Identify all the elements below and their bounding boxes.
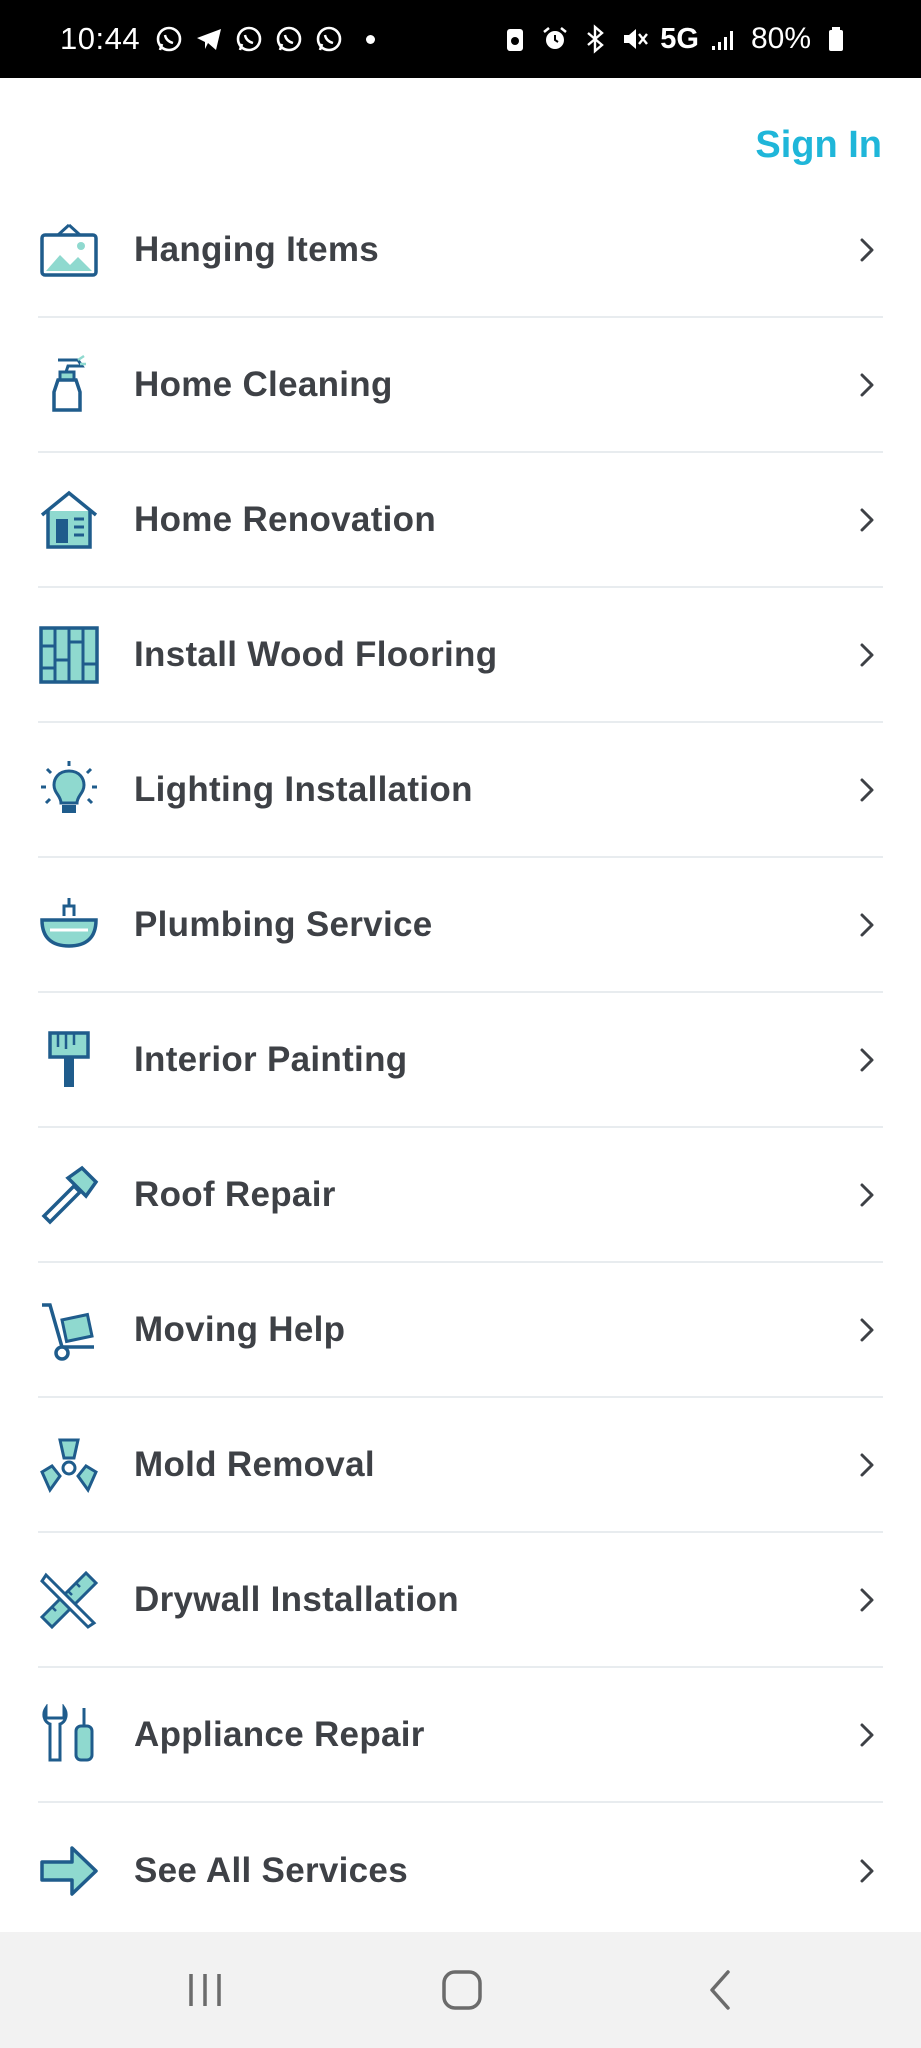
- chevron-right-icon: [860, 238, 874, 261]
- status-bar-left: 10:44: [60, 21, 376, 57]
- home-icon: [442, 1970, 482, 2010]
- chevron-right-icon: [860, 1048, 874, 1071]
- chevron-right-icon: [860, 373, 874, 396]
- service-label: See All Services: [134, 1850, 408, 1890]
- service-label: Plumbing Service: [134, 904, 433, 944]
- notification-dot-icon: [366, 34, 376, 44]
- chevron-right-icon: [860, 1588, 874, 1611]
- service-label: Moving Help: [134, 1309, 346, 1349]
- battery-icon: [829, 27, 843, 51]
- telegram-icon: [197, 29, 222, 50]
- hand-truck-icon: [38, 1299, 100, 1361]
- hammer-icon: [38, 1164, 100, 1226]
- service-item-moving-help[interactable]: Moving Help: [38, 1263, 883, 1398]
- recents-icon: [189, 1974, 221, 2006]
- service-label: Mold Removal: [134, 1444, 375, 1484]
- battery-saver-icon: [507, 29, 524, 51]
- service-item-hanging-items[interactable]: Hanging Items: [38, 183, 883, 318]
- service-item-interior-painting[interactable]: Interior Painting: [38, 993, 883, 1128]
- sink-icon: [38, 894, 100, 956]
- service-item-install-wood-flooring[interactable]: Install Wood Flooring: [38, 588, 883, 723]
- whatsapp-icon: [316, 26, 342, 52]
- service-item-lighting-installation[interactable]: Lighting Installation: [38, 723, 883, 858]
- service-label: Home Renovation: [134, 499, 437, 539]
- service-item-drywall-installation[interactable]: Drywall Installation: [38, 1533, 883, 1668]
- paint-brush-icon: [38, 1029, 100, 1091]
- chevron-right-icon: [860, 1453, 874, 1476]
- service-label: Hanging Items: [134, 229, 380, 269]
- mute-icon: [624, 29, 649, 49]
- home-button[interactable]: [402, 1932, 522, 2048]
- house-icon: [38, 489, 100, 551]
- spray-bottle-icon: [38, 354, 100, 416]
- whatsapp-icon: [236, 26, 262, 52]
- service-label: Install Wood Flooring: [134, 634, 498, 674]
- wrench-screwdriver-icon: [38, 1703, 100, 1766]
- service-label: Drywall Installation: [134, 1579, 459, 1619]
- service-label: Lighting Installation: [134, 769, 473, 809]
- service-item-roof-repair[interactable]: Roof Repair: [38, 1128, 883, 1263]
- service-item-plumbing-service[interactable]: Plumbing Service: [38, 858, 883, 993]
- light-bulb-icon: [38, 759, 100, 821]
- battery-percent: 80%: [750, 22, 811, 55]
- system-nav-bar: [0, 1932, 921, 2048]
- service-list: Hanging Items Home Cleaning Home Renovat…: [38, 183, 883, 1938]
- whatsapp-icon: [156, 26, 182, 52]
- biohazard-icon: [38, 1434, 100, 1496]
- chevron-right-icon: [860, 1723, 874, 1746]
- service-label: Home Cleaning: [134, 364, 393, 404]
- chevron-right-icon: [860, 778, 874, 801]
- network-type: 5G: [660, 22, 699, 55]
- service-label: Roof Repair: [134, 1174, 336, 1214]
- wood-planks-icon: [38, 624, 100, 686]
- whatsapp-icon: [276, 26, 302, 52]
- chevron-right-icon: [860, 1859, 874, 1882]
- alarm-icon: [543, 27, 568, 49]
- chevron-right-icon: [860, 1183, 874, 1206]
- back-button[interactable]: [660, 1932, 780, 2048]
- header: Sign In: [0, 78, 921, 188]
- chevron-right-icon: [860, 643, 874, 666]
- status-bar: 10:44 5G 80%: [0, 0, 921, 78]
- signal-icon: [711, 31, 733, 50]
- service-item-home-cleaning[interactable]: Home Cleaning: [38, 318, 883, 453]
- back-icon: [710, 1970, 730, 2010]
- service-label: Interior Painting: [134, 1039, 408, 1079]
- sign-in-link[interactable]: Sign In: [755, 124, 882, 167]
- status-bar-right: 5G 80%: [500, 22, 851, 56]
- arrow-right-icon: [38, 1840, 100, 1902]
- service-item-mold-removal[interactable]: Mold Removal: [38, 1398, 883, 1533]
- chevron-right-icon: [860, 1318, 874, 1341]
- recents-button[interactable]: [145, 1932, 265, 2048]
- service-item-see-all-services[interactable]: See All Services: [38, 1803, 883, 1938]
- service-label: Appliance Repair: [134, 1714, 425, 1754]
- service-item-appliance-repair[interactable]: Appliance Repair: [38, 1668, 883, 1803]
- status-time: 10:44: [60, 21, 141, 56]
- chevron-right-icon: [860, 913, 874, 936]
- service-item-home-renovation[interactable]: Home Renovation: [38, 453, 883, 588]
- ruler-pencil-icon: [38, 1569, 100, 1631]
- picture-frame-icon: [38, 219, 100, 281]
- bluetooth-icon: [587, 24, 605, 54]
- chevron-right-icon: [860, 508, 874, 531]
